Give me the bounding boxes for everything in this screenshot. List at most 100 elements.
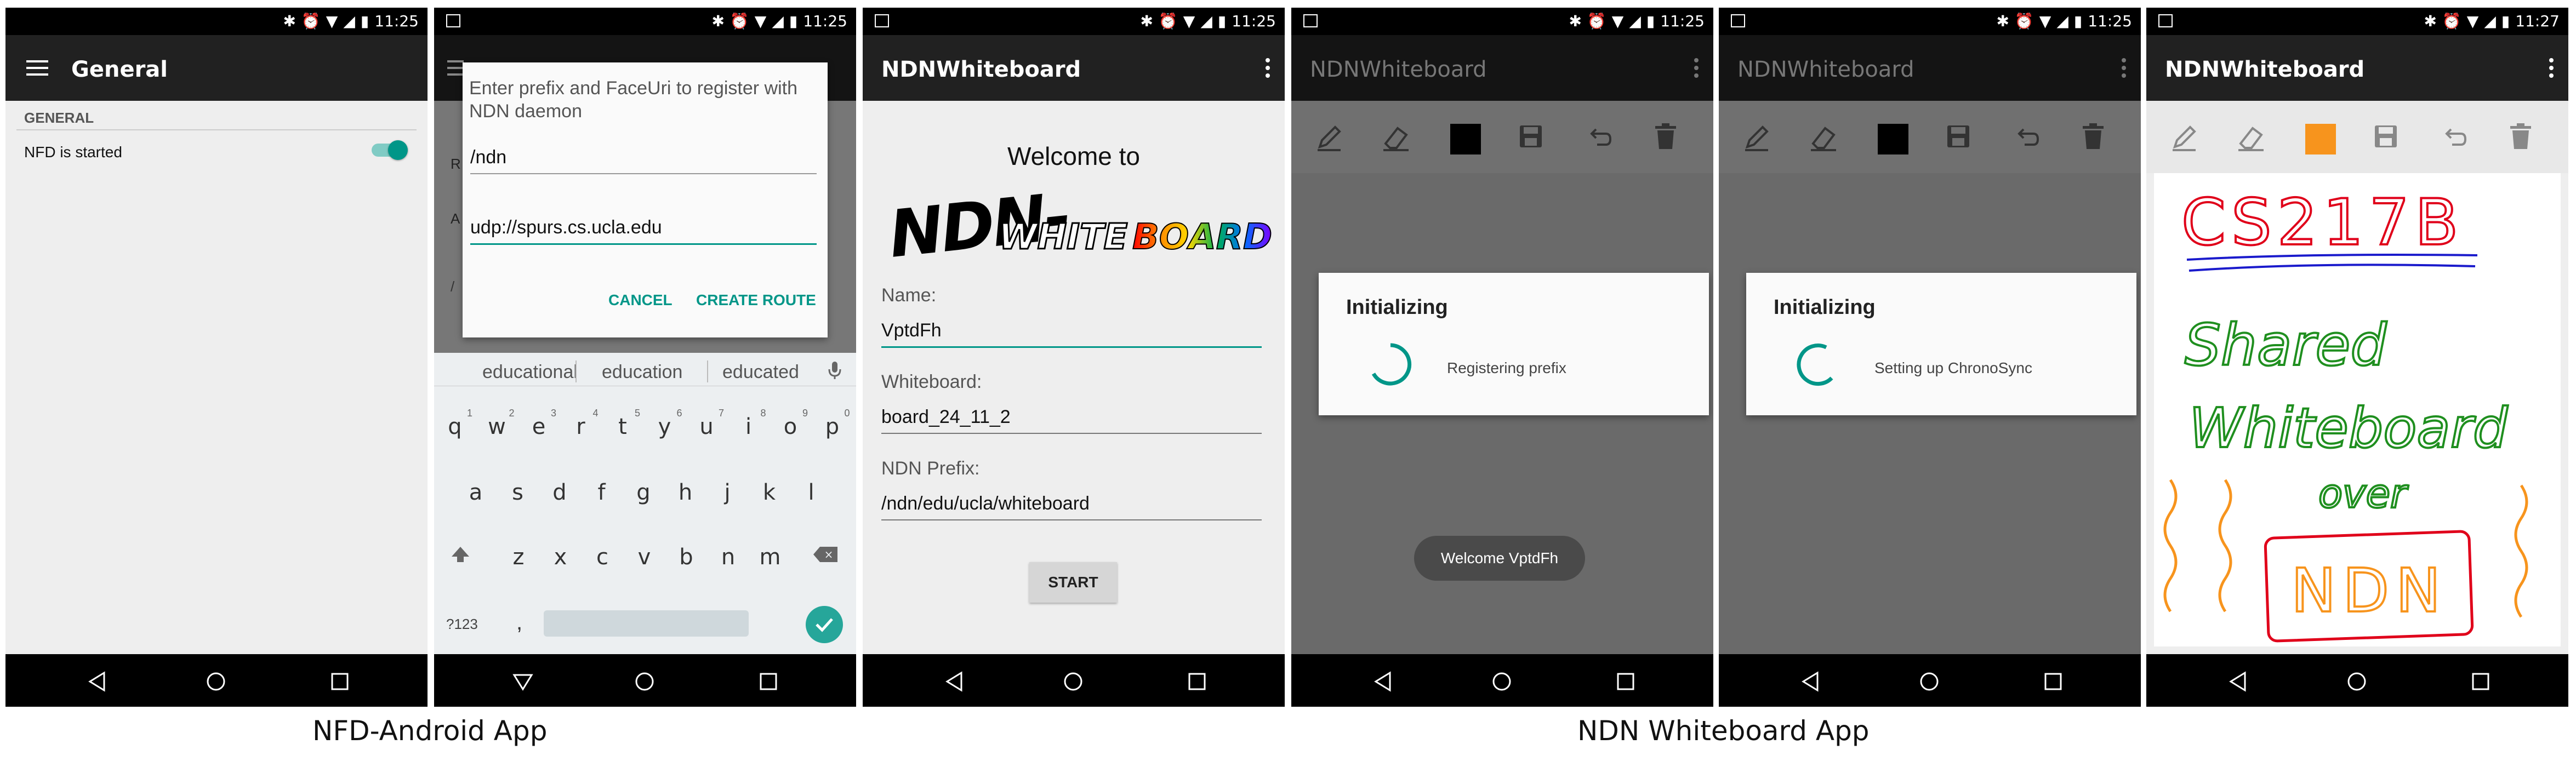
back-icon[interactable] [1372, 671, 1394, 692]
color-swatch-selected[interactable] [2305, 124, 2336, 154]
start-button[interactable]: START [1029, 562, 1117, 603]
key-t[interactable]: t [606, 414, 639, 439]
comma-key[interactable]: , [516, 610, 522, 635]
pencil-icon[interactable] [1742, 123, 1771, 152]
name-input[interactable] [881, 318, 1262, 348]
nfd-toggle[interactable] [372, 140, 408, 160]
save-icon[interactable] [2372, 123, 2400, 150]
key-n[interactable]: n [712, 545, 745, 570]
drawing-canvas[interactable]: CS217B Shared Whiteboard over NDN [2154, 173, 2561, 646]
key-m[interactable]: m [754, 545, 787, 570]
enter-key[interactable] [806, 606, 843, 643]
toast: Welcome VptdFh [1414, 536, 1585, 581]
save-icon[interactable] [1517, 123, 1545, 150]
overflow-menu-icon[interactable] [1265, 58, 1270, 78]
recents-icon[interactable] [757, 671, 779, 692]
recents-icon[interactable] [2470, 671, 2492, 692]
space-key[interactable] [544, 610, 749, 637]
logo-white-text: WHITE [998, 216, 1128, 259]
wifi-icon: ▼ [1183, 12, 1195, 30]
color-swatch-black[interactable] [1878, 124, 1908, 154]
key-v[interactable]: v [628, 545, 661, 570]
hamburger-menu-icon[interactable] [26, 60, 48, 76]
key-g[interactable]: g [627, 480, 660, 505]
color-swatch-black[interactable] [1450, 124, 1481, 154]
undo-icon[interactable] [2439, 123, 2469, 152]
key-i[interactable]: i [732, 414, 765, 439]
drawing-text-whiteboard: Whiteboard [2189, 396, 2508, 460]
suggestion-strip: educational education educated [434, 353, 856, 386]
key-u[interactable]: u [690, 414, 723, 439]
eraser-icon[interactable] [2236, 123, 2266, 152]
drawing-text-over: over [2318, 471, 2409, 517]
key-y[interactable]: y [648, 414, 681, 439]
home-icon[interactable] [1918, 671, 1940, 692]
shift-key[interactable] [449, 543, 471, 565]
key-q[interactable]: q [438, 414, 471, 439]
trash-icon[interactable] [1653, 123, 1678, 150]
key-j[interactable]: j [711, 480, 744, 505]
recents-icon[interactable] [329, 671, 351, 692]
back-icon[interactable] [944, 671, 966, 692]
trash-icon[interactable] [2081, 123, 2106, 150]
home-icon[interactable] [205, 671, 227, 692]
key-w[interactable]: w [481, 414, 514, 439]
key-d[interactable]: d [543, 480, 576, 505]
recents-icon[interactable] [1186, 671, 1208, 692]
undo-icon[interactable] [1584, 123, 1614, 152]
overflow-menu-icon[interactable] [2549, 58, 2554, 78]
backspace-key[interactable]: × [812, 546, 839, 563]
key-r[interactable]: r [565, 414, 597, 439]
key-x[interactable]: x [544, 545, 577, 570]
key-a[interactable]: a [459, 480, 492, 505]
key-b[interactable]: b [670, 545, 703, 570]
keyboard-hide-icon[interactable] [512, 671, 534, 692]
suggestion[interactable]: educated [722, 362, 799, 383]
undo-icon[interactable] [2011, 123, 2041, 152]
eraser-icon[interactable] [1381, 123, 1411, 152]
page-title: NDNWhiteboard [2165, 57, 2365, 82]
suggestion[interactable]: educational [482, 362, 578, 383]
pencil-icon[interactable] [1314, 123, 1344, 152]
save-icon[interactable] [1945, 123, 1972, 150]
symbols-key[interactable]: ?123 [446, 616, 478, 633]
eraser-icon[interactable] [1809, 123, 1838, 152]
key-o[interactable]: o [774, 414, 807, 439]
key-k[interactable]: k [753, 480, 786, 505]
key-p[interactable]: p [816, 414, 849, 439]
back-icon[interactable] [2227, 671, 2249, 692]
microphone-icon[interactable] [827, 360, 843, 380]
key-f[interactable]: f [585, 480, 618, 505]
key-c[interactable]: c [586, 545, 619, 570]
recents-icon[interactable] [1615, 671, 1637, 692]
home-icon[interactable] [634, 671, 656, 692]
image-icon [2158, 14, 2173, 27]
key-l[interactable]: l [795, 480, 828, 505]
create-route-dialog: Enter prefix and FaceUri to register wit… [463, 62, 828, 337]
alarm-icon: ⏰ [301, 12, 321, 30]
home-icon[interactable] [1062, 671, 1084, 692]
key-hint-number: 8 [760, 408, 766, 419]
whiteboard-input[interactable] [881, 404, 1262, 434]
nav-bar [2146, 654, 2568, 707]
key-h[interactable]: h [669, 480, 702, 505]
nav-bar [434, 654, 856, 707]
recents-icon[interactable] [2042, 671, 2064, 692]
home-icon[interactable] [1491, 671, 1513, 692]
trash-icon[interactable] [2508, 123, 2533, 150]
create-route-button[interactable]: CREATE ROUTE [696, 291, 816, 309]
status-bar: ✱ ⏰ ▼ ◢ ▮ 11:25 [5, 8, 428, 35]
ndn-prefix-input[interactable] [881, 491, 1262, 520]
prefix-input[interactable] [470, 145, 817, 174]
key-z[interactable]: z [502, 545, 535, 570]
key-s[interactable]: s [501, 480, 534, 505]
cancel-button[interactable]: CANCEL [608, 291, 673, 309]
image-icon [875, 14, 889, 27]
faceuri-input[interactable] [470, 215, 817, 245]
suggestion[interactable]: education [602, 362, 682, 383]
back-icon[interactable] [1800, 671, 1822, 692]
back-icon[interactable] [87, 671, 109, 692]
key-e[interactable]: e [522, 414, 555, 439]
home-icon[interactable] [2346, 671, 2368, 692]
pencil-icon[interactable] [2169, 123, 2199, 152]
